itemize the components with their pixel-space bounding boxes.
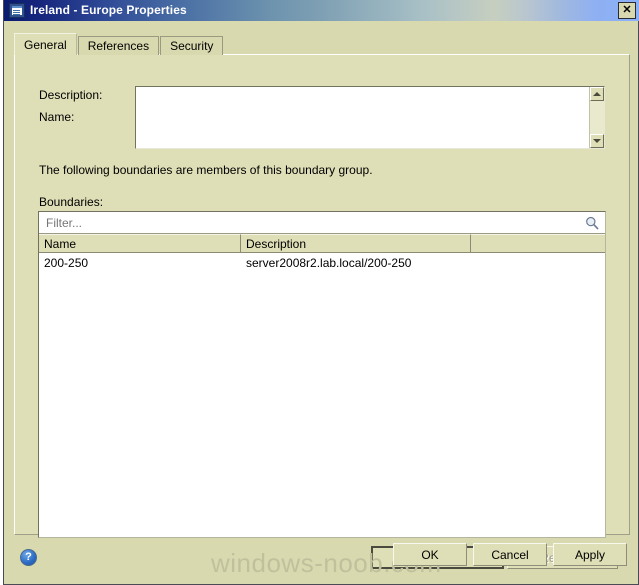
column-header-name[interactable]: Name	[39, 234, 241, 252]
properties-dialog: Ireland - Europe Properties ✕ General Re…	[3, 0, 639, 585]
list-rows: 200-250 server2008r2.lab.local/200-250	[39, 254, 605, 537]
general-tab-panel: Name: Ireland - Europe Description: The …	[14, 54, 630, 569]
info-text: The following boundaries are members of …	[39, 163, 373, 177]
filter-input[interactable]	[44, 214, 581, 231]
scroll-down-icon[interactable]	[590, 134, 604, 148]
column-header-extra[interactable]	[471, 234, 605, 252]
scroll-up-icon[interactable]	[590, 87, 604, 101]
tab-general[interactable]: General	[14, 33, 77, 55]
table-row[interactable]: 200-250 server2008r2.lab.local/200-250	[39, 254, 605, 271]
boundaries-label: Boundaries:	[39, 195, 104, 209]
cancel-button[interactable]: Cancel	[473, 543, 547, 566]
cell-name: 200-250	[44, 255, 89, 270]
tab-security[interactable]: Security	[160, 36, 224, 55]
description-scrollbar[interactable]	[589, 87, 604, 148]
tab-references[interactable]: References	[77, 36, 160, 55]
name-label: Name:	[39, 110, 75, 124]
column-header-description[interactable]: Description	[241, 234, 471, 252]
title-bar[interactable]: Ireland - Europe Properties ✕	[4, 0, 639, 21]
search-icon[interactable]	[581, 213, 603, 233]
filter-row	[39, 212, 605, 234]
apply-button[interactable]: Apply	[553, 543, 627, 566]
column-header-row: Name Description	[39, 234, 605, 253]
close-icon[interactable]: ✕	[618, 2, 636, 19]
description-input[interactable]	[135, 86, 605, 149]
tab-strip: General References Security	[14, 33, 224, 55]
cell-description: server2008r2.lab.local/200-250	[246, 255, 412, 270]
ok-button[interactable]: OK	[393, 543, 467, 566]
help-icon[interactable]: ?	[20, 549, 37, 566]
window-title: Ireland - Europe Properties	[30, 3, 187, 17]
description-label: Description:	[39, 88, 103, 102]
boundaries-list: Name Description 200-250 server2008r2.la…	[38, 211, 606, 538]
window-properties-icon	[9, 3, 25, 18]
